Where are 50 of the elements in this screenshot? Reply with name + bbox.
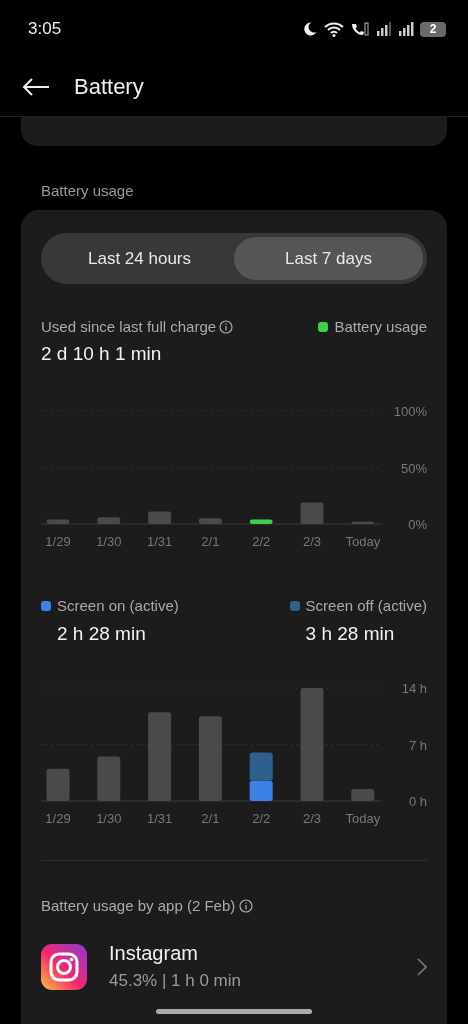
axis-label: 1/31: [146, 811, 173, 826]
axis-label: 1/29: [45, 811, 71, 826]
legend-label: Battery usage: [334, 318, 427, 335]
axis-label: 100%: [393, 404, 427, 419]
axis-label: Today: [345, 534, 381, 549]
axis-label: 1/31: [146, 534, 173, 549]
wifi-call-icon: [350, 21, 370, 37]
chevron-right-icon: [417, 957, 427, 976]
battery-indicator: 2: [420, 21, 446, 37]
axis-label: 2/1: [201, 811, 220, 826]
chart-bar[interactable]: [249, 519, 273, 524]
home-indicator[interactable]: [156, 1009, 312, 1014]
period-tab[interactable]: Last 7 days: [234, 237, 423, 280]
signal-icon: [376, 21, 392, 37]
axis-label: 2/1: [201, 534, 220, 549]
axis-label: Today: [345, 811, 381, 826]
axis-label: 1/29: [45, 534, 71, 549]
legend-label: Screen on (active): [57, 597, 179, 614]
app-name: Instagram: [109, 942, 199, 965]
axis-label: 2/3: [302, 534, 322, 549]
axis-label: 7 h: [408, 737, 427, 753]
status-time: 3:05: [28, 19, 62, 39]
app-usage-detail: 45.3% | 1 h 0 min: [109, 971, 242, 991]
app-row[interactable]: Instagram 45.3% | 1 h 0 min: [41, 914, 427, 1009]
info-icon[interactable]: [239, 898, 254, 913]
axis-label: 1/30: [96, 534, 122, 549]
back-button[interactable]: [22, 77, 50, 97]
usage-label: Used since last full charge: [41, 318, 217, 335]
axis-label: 0%: [408, 517, 427, 532]
axis-label: 50%: [400, 460, 427, 476]
info-icon[interactable]: [219, 319, 234, 334]
usage-total: 2 d 10 h 1 min: [41, 343, 163, 365]
duration-value: 3 h 28 min: [305, 623, 396, 645]
axis-label: 2/2: [252, 534, 271, 549]
axis-label: 14 h: [401, 681, 427, 696]
axis-label: 1/30: [96, 811, 122, 826]
duration-value: 2 h 28 min: [57, 623, 147, 645]
wifi-icon: [324, 21, 344, 37]
axis-label: 2/2: [252, 811, 271, 826]
section-label: Battery usage: [41, 182, 135, 199]
moon-icon: [302, 21, 318, 37]
legend-label: Screen off (active): [305, 597, 427, 614]
axis-label: 2/3: [302, 811, 322, 826]
period-tab[interactable]: Last 24 hours: [45, 237, 234, 280]
back-arrow-icon: [22, 77, 50, 97]
page-title: Battery: [74, 74, 144, 100]
app-icon: [41, 943, 87, 990]
section-label: Battery usage by app (2 Feb): [41, 897, 236, 914]
axis-label: 0 h: [408, 794, 427, 809]
signal-icon: [398, 21, 414, 37]
